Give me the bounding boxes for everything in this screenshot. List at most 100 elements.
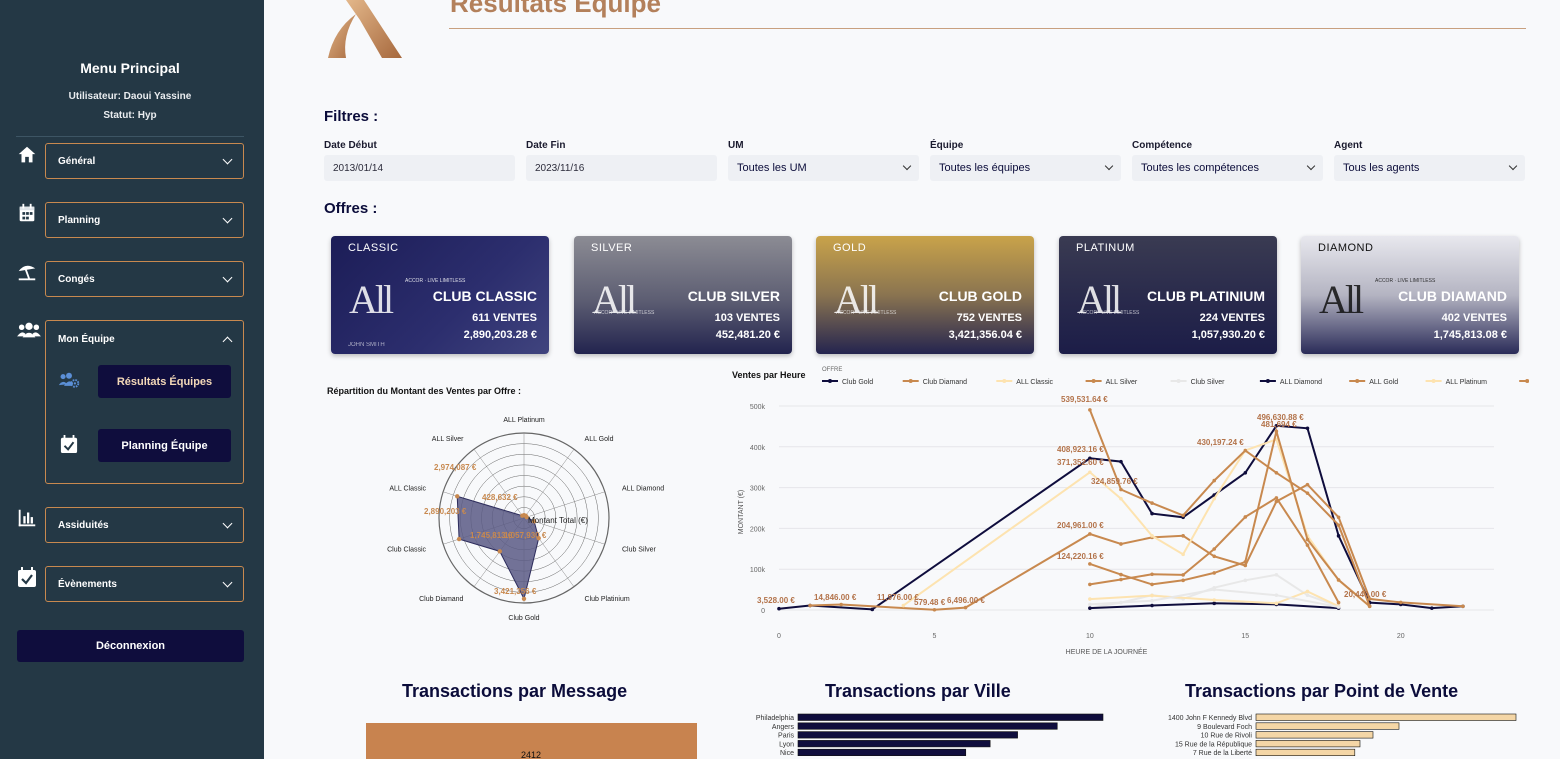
series-point bbox=[1243, 448, 1248, 453]
agent-select[interactable]: Tous les agents bbox=[1334, 155, 1525, 181]
card-brand-logo: All bbox=[1319, 277, 1364, 322]
bar-category-label: Paris bbox=[778, 733, 794, 740]
radar-point bbox=[455, 494, 460, 499]
sidebar-item-mon-equipe[interactable]: Mon Équipe bbox=[46, 321, 243, 357]
offer-card-gold[interactable]: GOLD All ACCOR · LIVE LIMITLESS CLUB GOL… bbox=[816, 236, 1034, 354]
sidebar-item-evenements[interactable]: Évènements bbox=[45, 566, 244, 602]
chevron-down-icon bbox=[222, 213, 233, 223]
card-tagline: ACCOR · LIVE LIMITLESS bbox=[1079, 310, 1140, 316]
series-point bbox=[1305, 426, 1310, 431]
legend-swatch-marker bbox=[1176, 379, 1181, 383]
series-point bbox=[1461, 604, 1465, 609]
series-point bbox=[932, 607, 937, 612]
series-point bbox=[1367, 604, 1372, 609]
series-point bbox=[1212, 587, 1217, 592]
skill-select[interactable]: Toutes les compétences bbox=[1132, 155, 1323, 181]
series-point bbox=[1274, 601, 1279, 606]
radar-data-label: 428,632 € bbox=[482, 493, 518, 502]
chevron-down-icon bbox=[222, 518, 233, 528]
sidebar-item-planning[interactable]: Planning bbox=[45, 202, 244, 238]
chevron-down-icon bbox=[222, 154, 233, 164]
series-point bbox=[1336, 600, 1341, 605]
radar-point bbox=[521, 596, 527, 601]
radar-category-label: Club Diamand bbox=[419, 596, 463, 603]
y-tick-label: 300k bbox=[750, 486, 766, 493]
series-point bbox=[1181, 552, 1185, 557]
series-point bbox=[1088, 606, 1092, 610]
sidebar-item-assiduites[interactable]: Assiduités bbox=[45, 507, 244, 543]
series-point bbox=[1243, 470, 1248, 475]
start-date-input[interactable]: 2013/01/14 bbox=[324, 155, 515, 181]
series-point bbox=[1181, 534, 1185, 538]
series-point bbox=[1088, 532, 1092, 536]
series-point bbox=[901, 603, 906, 608]
start-date-label: Date Début bbox=[324, 140, 377, 151]
series-point bbox=[1150, 582, 1154, 587]
sub-item-planning-equipe[interactable]: Planning Équipe bbox=[98, 429, 231, 462]
bar bbox=[1255, 722, 1400, 730]
legend-entry: ALL Silver bbox=[1106, 379, 1138, 386]
chevron-down-icon bbox=[222, 272, 233, 282]
accor-logo bbox=[328, 0, 402, 58]
sub-item-resultats-equipes[interactable]: Résultats Équipes bbox=[98, 365, 231, 398]
series-point bbox=[1181, 573, 1185, 577]
series-point bbox=[1150, 603, 1154, 608]
sidebar-item-general[interactable]: Général bbox=[45, 143, 244, 179]
offer-card-platinum[interactable]: PLATINUM All ACCOR · LIVE LIMITLESS CLUB… bbox=[1059, 236, 1277, 354]
radar-data-label: 1,057,930 € bbox=[504, 531, 547, 540]
team-select[interactable]: Toutes les équipes bbox=[930, 155, 1121, 181]
series-point bbox=[1212, 478, 1217, 483]
legend-swatch-marker bbox=[1002, 379, 1007, 383]
series-point bbox=[1274, 496, 1279, 500]
offer-card-diamond[interactable]: DIAMOND All ACCOR · LIVE LIMITLESS CLUB … bbox=[1301, 236, 1519, 354]
series-point bbox=[1119, 577, 1123, 582]
y-tick-label: 500k bbox=[750, 404, 766, 411]
bar bbox=[1255, 748, 1356, 757]
data-label: 3,528.00 € bbox=[757, 596, 795, 605]
logout-button[interactable]: Déconnexion bbox=[17, 630, 244, 662]
data-label: 430,197.24 € bbox=[1197, 438, 1244, 447]
series-point bbox=[1274, 593, 1279, 597]
series-point bbox=[1150, 511, 1154, 516]
legend-entry: Club Gold bbox=[842, 379, 873, 386]
data-label: 579.48 € bbox=[914, 598, 946, 607]
series-point bbox=[1212, 598, 1217, 602]
sidebar-item-conges[interactable]: Congés bbox=[45, 261, 244, 297]
radar-data-label: 2,974,087 € bbox=[434, 463, 477, 472]
bar bbox=[1255, 713, 1517, 721]
bar-category-label: 15 Rue de la République bbox=[1175, 741, 1252, 748]
end-date-input[interactable]: 2023/11/16 bbox=[526, 155, 717, 181]
series-point bbox=[1088, 597, 1092, 601]
calendar-icon bbox=[19, 203, 35, 222]
series-point bbox=[1336, 515, 1341, 520]
um-select[interactable]: Toutes les UM bbox=[728, 155, 919, 181]
offer-card-classic[interactable]: CLASSIC All ACCOR · LIVE LIMITLESS CLUB … bbox=[331, 236, 549, 354]
legend-swatch-marker bbox=[1355, 379, 1360, 383]
bar-category-label: Lyon bbox=[779, 741, 794, 748]
data-label: 14,846.00 € bbox=[814, 593, 857, 602]
series-point bbox=[1088, 408, 1092, 412]
legend-swatch-marker bbox=[1431, 379, 1436, 383]
radar-category-label: Club Platinium bbox=[585, 596, 630, 603]
series-point bbox=[777, 606, 781, 611]
legend-entry: ALL Diamond bbox=[1280, 379, 1322, 386]
series-point bbox=[1212, 601, 1217, 606]
bar bbox=[797, 748, 967, 757]
bar-category-label: 9 Boulevard Foch bbox=[1197, 724, 1252, 731]
legend-entry: ALL Classic bbox=[1016, 379, 1053, 386]
card-tagline: ACCOR · LIVE LIMITLESS bbox=[836, 310, 897, 316]
series-point bbox=[1088, 562, 1092, 566]
legend-entry: Club Silver bbox=[1191, 379, 1226, 386]
card-brand-logo: All bbox=[349, 277, 394, 322]
series-point bbox=[1305, 491, 1310, 495]
card-tagline: ACCOR · LIVE LIMITLESS bbox=[405, 278, 466, 284]
series-point bbox=[808, 603, 812, 608]
series-point bbox=[1305, 482, 1310, 487]
radar-axis-line bbox=[523, 491, 605, 519]
offers-heading: Offres : bbox=[324, 200, 378, 217]
radar-data-label: 2,890,203 € bbox=[424, 507, 467, 516]
radar-category-label: ALL Gold bbox=[585, 436, 614, 443]
series-point bbox=[1305, 537, 1310, 542]
series-point bbox=[1119, 459, 1123, 464]
offer-card-silver[interactable]: SILVER All ACCOR · LIVE LIMITLESS CLUB S… bbox=[574, 236, 792, 354]
